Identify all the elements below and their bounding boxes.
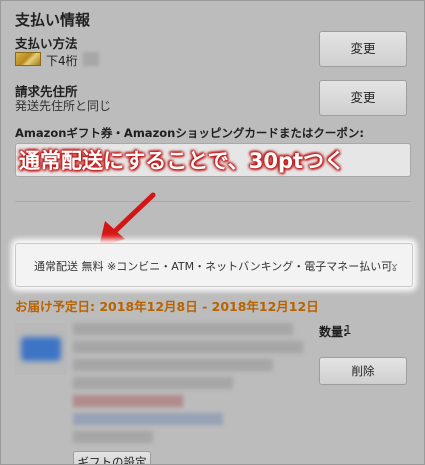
product-detail-redacted [73, 377, 233, 389]
chevron-down-icon: ⌄ [389, 256, 400, 271]
delivery-date: お届け予定日: 2018年12月8日 - 2018年12月12日 [15, 299, 319, 314]
change-billing-address-button[interactable]: 変更 [319, 80, 407, 116]
card-last4-label: 下4桁 [46, 54, 78, 68]
annotation-callout: 通常配送にすることで、30ptつく [19, 149, 346, 173]
payment-method-label: 支払い方法 [15, 36, 78, 51]
card-number-redacted [83, 52, 99, 66]
change-payment-method-button[interactable]: 変更 [319, 31, 407, 67]
product-title-redacted [73, 359, 273, 371]
gift-settings-button[interactable]: ギフトの設定 [73, 451, 151, 464]
product-seller-redacted [73, 413, 223, 425]
shipping-option-selected: 通常配送 無料 ※コンビニ・ATM・ネットバンキング・電子マネー払い可。 [34, 260, 404, 273]
product-title-redacted [73, 323, 293, 335]
quantity-value: 1 [344, 323, 352, 337]
product-image[interactable] [15, 323, 67, 375]
section-title: 支払い情報 [15, 11, 91, 29]
checkout-screen: 支払い情報 支払い方法 下4桁 変更 請求先住所 発送先住所と同じ 変更 Ama… [0, 0, 425, 465]
shipping-option-dropdown[interactable]: 通常配送 無料 ※コンビニ・ATM・ネットバンキング・電子マネー払い可。 ⌄ [15, 243, 413, 287]
product-title-redacted [73, 341, 303, 353]
credit-card-icon [15, 52, 41, 66]
annotation-arrow-icon [99, 192, 156, 247]
delete-item-button[interactable]: 削除 [319, 357, 407, 385]
coupon-label: Amazonギフト券・Amazonショッピングカードまたはクーポン: [15, 126, 364, 140]
product-price-redacted [73, 395, 183, 407]
divider [15, 201, 411, 202]
product-image-redacted [21, 337, 61, 361]
billing-address-value: 発送先住所と同じ [15, 99, 112, 113]
product-detail-redacted [73, 431, 153, 443]
